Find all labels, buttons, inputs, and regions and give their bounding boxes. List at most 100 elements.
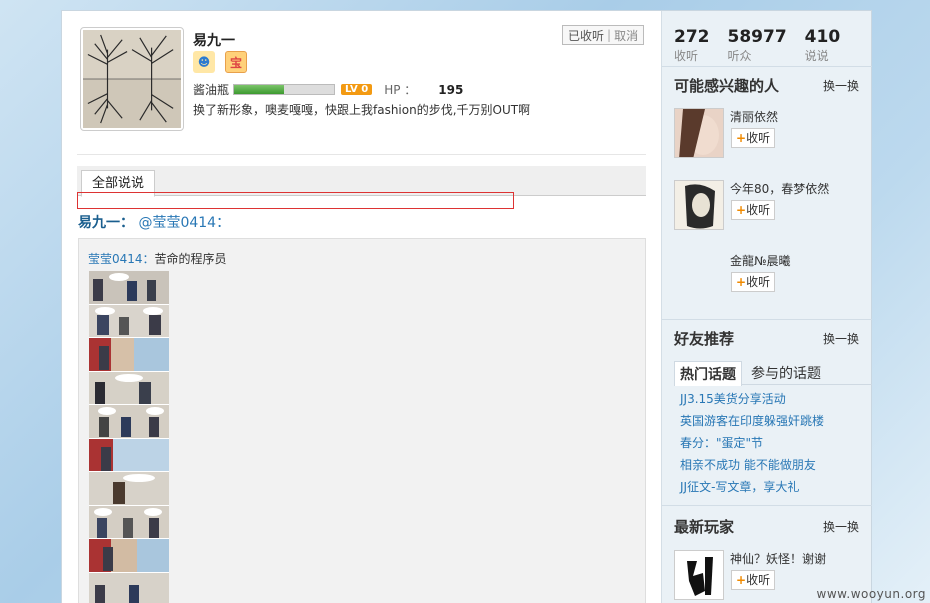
follow-status-box: 已收听 | 取消 (562, 25, 645, 45)
stat-value: 58977 (727, 27, 787, 47)
comic-panel (89, 472, 169, 506)
comic-panel (89, 271, 169, 305)
level-name: 酱油瓶 (193, 83, 230, 97)
separator: | (607, 28, 612, 42)
user-name[interactable]: 清丽依然 (730, 108, 778, 125)
unfollow-button[interactable]: 取消 (614, 27, 638, 44)
highlight-box (77, 192, 514, 209)
divider (662, 319, 872, 320)
user-avatar-art (675, 551, 723, 599)
newest-players-title: 最新玩家 (674, 518, 735, 536)
comic-panel-art (89, 572, 169, 603)
treasure-medal-icon[interactable]: 宝 (225, 51, 247, 73)
friends-title: 好友推荐 (674, 330, 735, 348)
hp-label: HP ： (384, 83, 417, 97)
comic-panel (89, 505, 169, 539)
post-author-link[interactable]: 易九一： (78, 215, 134, 231)
swap-interested-link[interactable]: 换一换 (823, 77, 859, 94)
divider (662, 505, 872, 506)
level-row: 酱油瓶 LV 0 HP ： 195 (193, 81, 463, 98)
stat-followers[interactable]: 58977 听众 (728, 27, 787, 64)
comic-panel-art (89, 271, 169, 304)
tab-joined-topics[interactable]: 参与的话题 (751, 361, 821, 387)
comic-panel (89, 572, 169, 603)
follow-button[interactable]: +收听 (731, 272, 776, 292)
suggested-user: 今年80，春梦依然 +收听 (674, 180, 864, 232)
stats-row: 272 收听 58977 听众 410 说说 (674, 27, 840, 64)
sidebar: 272 收听 58977 听众 410 说说 可能感兴趣的人 换一换 清丽依然 … (661, 11, 872, 603)
suggested-user: 金龍№晨曦 +收听 (674, 252, 864, 304)
comic-panel-art (89, 539, 169, 572)
topic-link[interactable]: 相亲不成功 能不能做朋友 (680, 456, 816, 473)
swap-friends-link[interactable]: 换一换 (823, 330, 859, 347)
comic-panel (89, 371, 169, 405)
interested-title: 可能感兴趣的人 (674, 77, 780, 95)
comic-panel-art (89, 472, 169, 505)
follow-label: 收听 (746, 203, 771, 217)
divider (662, 66, 872, 67)
post-header: 易九一： @莹莹0414： (78, 212, 230, 232)
suggested-user: 清丽依然 +收听 (674, 108, 864, 160)
main-column: 易九一 ☻ 宝 酱油瓶 LV 0 HP ： 195 换了新形象，噢麦嘎嘎，快跟上… (62, 11, 661, 603)
topic-link[interactable]: JJ3.15美货分享活动 (680, 390, 786, 407)
user-name[interactable]: 神仙？妖怪！谢谢 (730, 550, 826, 567)
user-avatar[interactable] (674, 550, 724, 600)
stat-value: 410 (804, 27, 841, 47)
swap-newest-link[interactable]: 换一换 (823, 518, 859, 535)
comic-panel-art (89, 338, 169, 371)
follow-label: 收听 (746, 573, 771, 587)
stat-label: 说说 (804, 49, 829, 63)
profile-bio: 换了新形象，噢麦嘎嘎，快跟上我fashion的步伐,千万别OUT啊 (193, 103, 531, 117)
repost-body: 苦命的程序员 (154, 252, 227, 266)
comic-panel-art (89, 505, 169, 539)
tab-hot-topics[interactable]: 热门话题 (674, 361, 742, 386)
comic-panel (89, 539, 169, 573)
repost-text: 莹莹0414：苦命的程序员 (88, 250, 227, 267)
comic-panel (89, 304, 169, 338)
comic-panel (89, 405, 169, 439)
followed-label: 已收听 (568, 28, 605, 43)
site-watermark: www.wooyun.org (816, 587, 926, 601)
user-avatar[interactable] (674, 180, 724, 230)
medal-list: ☻ 宝 (193, 51, 247, 73)
user-avatar-art (675, 109, 723, 157)
topic-link[interactable]: 春分："蛋定"节 (680, 434, 763, 451)
profile-avatar[interactable] (80, 27, 184, 131)
comic-image[interactable] (89, 271, 169, 603)
stat-following[interactable]: 272 收听 (674, 27, 710, 64)
user-avatar-art (675, 181, 723, 229)
hp-progress-bar (233, 84, 336, 95)
user-name[interactable]: 金龍№晨曦 (730, 252, 790, 269)
repost-author-link[interactable]: 莹莹0414： (88, 252, 155, 266)
comic-panel-art (89, 405, 169, 438)
hp-progress-fill (234, 85, 285, 94)
divider (77, 154, 646, 155)
topic-tabs: 热门话题 参与的话题 (674, 361, 872, 387)
tree-reflection-photo (83, 30, 181, 128)
stat-value: 272 (674, 27, 710, 47)
comic-panel-art (89, 438, 169, 472)
stat-posts[interactable]: 410 说说 (805, 27, 841, 64)
topic-link[interactable]: JJ征文-写文章，享大礼 (680, 478, 799, 495)
comic-panel-art (89, 371, 169, 405)
follow-label: 收听 (746, 275, 771, 289)
user-name[interactable]: 今年80，春梦依然 (730, 180, 829, 197)
follow-button[interactable]: +收听 (731, 570, 776, 590)
comic-panel-art (89, 304, 169, 338)
hp-value: 195 (438, 82, 464, 97)
comic-panel (89, 438, 169, 472)
follow-button[interactable]: +收听 (731, 200, 776, 220)
plus-icon: + (736, 203, 747, 217)
stat-label: 收听 (674, 49, 699, 63)
page: 易九一 ☻ 宝 酱油瓶 LV 0 HP ： 195 换了新形象，噢麦嘎嘎，快跟上… (61, 10, 872, 603)
user-avatar[interactable] (674, 108, 724, 158)
plus-icon: + (736, 131, 747, 145)
plus-icon: + (736, 275, 747, 289)
user-medal-icon[interactable]: ☻ (193, 51, 215, 73)
topic-link[interactable]: 英国游客在印度躲强奸跳楼 (680, 412, 824, 429)
comic-panel (89, 338, 169, 372)
follow-button[interactable]: +收听 (731, 128, 776, 148)
profile-name: 易九一 (193, 33, 235, 49)
plus-icon: + (736, 573, 747, 587)
post-mention-link[interactable]: @莹莹0414： (138, 215, 230, 231)
